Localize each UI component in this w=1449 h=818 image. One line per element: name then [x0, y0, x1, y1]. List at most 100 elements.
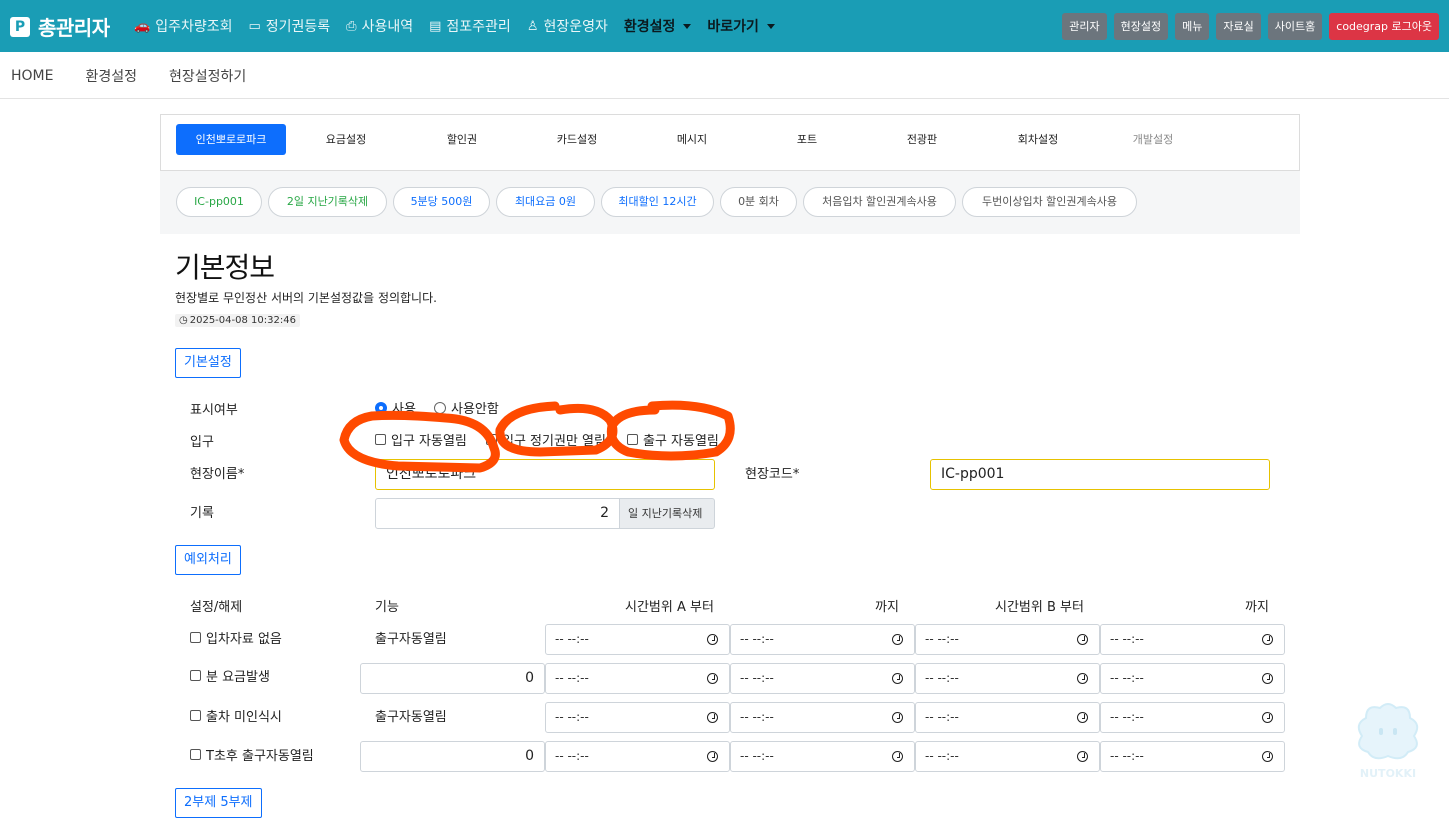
- top-button-group: 관리자 현장설정 메뉴 자료실 사이트홈 codegrap 로그아웃: [1062, 13, 1439, 40]
- time-input-r1-c2[interactable]: -- --:--: [730, 624, 915, 655]
- tab-display[interactable]: 전광판: [867, 124, 977, 155]
- tab-discount[interactable]: 할인권: [407, 124, 517, 155]
- plate-rotation-button[interactable]: 2부제 5부제: [175, 788, 262, 818]
- site-settings-button[interactable]: 현장설정: [1113, 13, 1169, 40]
- nav-item-usage-history[interactable]: ⎙ 사용내역: [346, 16, 413, 36]
- clock-icon[interactable]: [1262, 712, 1273, 723]
- basic-settings-button[interactable]: 기본설정: [175, 348, 241, 378]
- site-name-input[interactable]: 인천뽀로로파크: [375, 459, 715, 490]
- record-suffix: 일 지난기록삭제: [620, 498, 715, 529]
- clock-icon[interactable]: [707, 673, 718, 684]
- col-header-function: 기능: [375, 600, 399, 615]
- minute-fee-input[interactable]: 0: [360, 663, 545, 694]
- mascot-watermark: NUTOKKI: [1357, 703, 1419, 780]
- breadcrumb-settings[interactable]: 환경설정: [85, 66, 137, 86]
- site-home-button[interactable]: 사이트홈: [1267, 13, 1323, 40]
- clock-icon[interactable]: [1077, 751, 1088, 762]
- row1-function: 출구자동열림: [375, 632, 447, 647]
- site-code-input[interactable]: IC-pp001: [930, 459, 1270, 490]
- record-days-input[interactable]: 2: [375, 498, 620, 529]
- exceptions-button[interactable]: 예외처리: [175, 545, 241, 575]
- time-input-r3-c3[interactable]: -- --:--: [915, 702, 1100, 733]
- nav-item-store-owner[interactable]: ▤ 점포주관리: [429, 16, 511, 36]
- clock-icon[interactable]: [707, 751, 718, 762]
- tab-port[interactable]: 포트: [752, 124, 862, 155]
- svg-text:NUTOKKI: NUTOKKI: [1360, 767, 1416, 780]
- check-no-entry-record[interactable]: 입차자료 없음: [190, 628, 282, 647]
- chip-max-discount: 최대할인 12시간: [601, 187, 714, 217]
- radio-no-use[interactable]: 사용안함: [434, 398, 499, 417]
- clock-icon[interactable]: [1077, 634, 1088, 645]
- chip-max-fee: 최대요금 0원: [496, 187, 595, 217]
- time-input-r4-c4[interactable]: -- --:--: [1100, 741, 1285, 772]
- time-input-r3-c2[interactable]: -- --:--: [730, 702, 915, 733]
- clock-icon[interactable]: [892, 673, 903, 684]
- nav-dropdown-shortcuts[interactable]: 바로가기: [707, 16, 775, 36]
- time-input-r1-c1[interactable]: -- --:--: [545, 624, 730, 655]
- time-input-r2-c4[interactable]: -- --:--: [1100, 663, 1285, 694]
- clock-icon[interactable]: [892, 634, 903, 645]
- clock-icon: ◷: [179, 315, 188, 326]
- time-input-r2-c1[interactable]: -- --:--: [545, 663, 730, 694]
- clock-icon[interactable]: [707, 712, 718, 723]
- site-code-label: 현장코드*: [745, 467, 800, 482]
- chip-first-entry: 처음입차 할인권계속사용: [803, 187, 956, 217]
- site-name-label: 현장이름*: [190, 467, 245, 482]
- clock-icon[interactable]: [1262, 751, 1273, 762]
- nav-item-site-operator[interactable]: ♙ 현장운영자: [527, 16, 608, 36]
- nav-dropdown-settings[interactable]: 환경설정: [624, 16, 692, 36]
- nav-item-vehicle-lookup[interactable]: 🚗 입주차량조회: [134, 16, 232, 36]
- time-input-r4-c1[interactable]: -- --:--: [545, 741, 730, 772]
- time-input-r3-c4[interactable]: -- --:--: [1100, 702, 1285, 733]
- check-minute-fee[interactable]: 분 요금발생: [190, 666, 270, 685]
- clock-icon[interactable]: [1077, 712, 1088, 723]
- brand-title: 총관리자: [38, 16, 110, 40]
- admin-button[interactable]: 관리자: [1062, 13, 1107, 40]
- entry-label: 입구: [190, 435, 214, 450]
- check-exit-unrecognized[interactable]: 출차 미인식시: [190, 706, 282, 725]
- check-t-seconds-exit[interactable]: T초후 출구자동열림: [190, 745, 314, 764]
- col-header-range-a-from: 시간범위 A 부터: [625, 600, 714, 615]
- breadcrumb-home[interactable]: HOME: [11, 68, 53, 84]
- clock-icon[interactable]: [1262, 634, 1273, 645]
- check-entry-pass-only[interactable]: 입구 정기권만 열림: [486, 430, 606, 449]
- time-input-r4-c3[interactable]: -- --:--: [915, 741, 1100, 772]
- clock-icon[interactable]: [707, 634, 718, 645]
- time-input-r1-c3[interactable]: -- --:--: [915, 624, 1100, 655]
- clock-icon[interactable]: [892, 712, 903, 723]
- id-card-icon: ▭: [248, 18, 261, 34]
- tab-card[interactable]: 카드설정: [522, 124, 632, 155]
- tab-site[interactable]: 인천뽀로로파크: [176, 124, 286, 155]
- tab-fee[interactable]: 요금설정: [291, 124, 401, 155]
- col-header-toggle: 설정/해제: [190, 600, 243, 615]
- time-input-r1-c4[interactable]: -- --:--: [1100, 624, 1285, 655]
- time-input-r3-c1[interactable]: -- --:--: [545, 702, 730, 733]
- logout-button[interactable]: codegrap 로그아웃: [1329, 13, 1439, 40]
- chip-repeat-entry: 두번이상입차 할인권계속사용: [962, 187, 1137, 217]
- radio-use[interactable]: 사용: [375, 398, 416, 417]
- col-header-range-b-to: 까지: [1245, 600, 1269, 615]
- settings-tabs: 인천뽀로로파크 요금설정 할인권 카드설정 메시지 포트 전광판 회차설정 개발…: [160, 114, 1300, 171]
- car-icon: 🚗: [134, 18, 151, 34]
- resources-button[interactable]: 자료실: [1216, 13, 1261, 40]
- t-seconds-input[interactable]: 0: [360, 741, 545, 772]
- clock-icon[interactable]: [1262, 673, 1273, 684]
- check-exit-auto-open[interactable]: 출구 자동열림: [627, 430, 719, 449]
- time-input-r2-c2[interactable]: -- --:--: [730, 663, 915, 694]
- parking-logo-icon: P: [10, 16, 30, 37]
- nav-item-pass-register[interactable]: ▭ 정기권등록: [248, 16, 330, 36]
- brand[interactable]: P 총관리자: [10, 12, 110, 41]
- time-input-r2-c3[interactable]: -- --:--: [915, 663, 1100, 694]
- chip-return-time: 0분 회차: [720, 187, 797, 217]
- display-label: 표시여부: [190, 403, 238, 418]
- clock-icon[interactable]: [892, 751, 903, 762]
- tab-return[interactable]: 회차설정: [983, 124, 1093, 155]
- check-entry-auto-open[interactable]: 입구 자동열림: [375, 430, 467, 449]
- radio-checked-icon: [375, 401, 387, 414]
- time-input-r4-c2[interactable]: -- --:--: [730, 741, 915, 772]
- store-icon: ▤: [429, 18, 442, 34]
- tab-dev[interactable]: 개발설정: [1098, 124, 1208, 155]
- menu-button[interactable]: 메뉴: [1175, 13, 1210, 40]
- clock-icon[interactable]: [1077, 673, 1088, 684]
- tab-message[interactable]: 메시지: [637, 124, 747, 155]
